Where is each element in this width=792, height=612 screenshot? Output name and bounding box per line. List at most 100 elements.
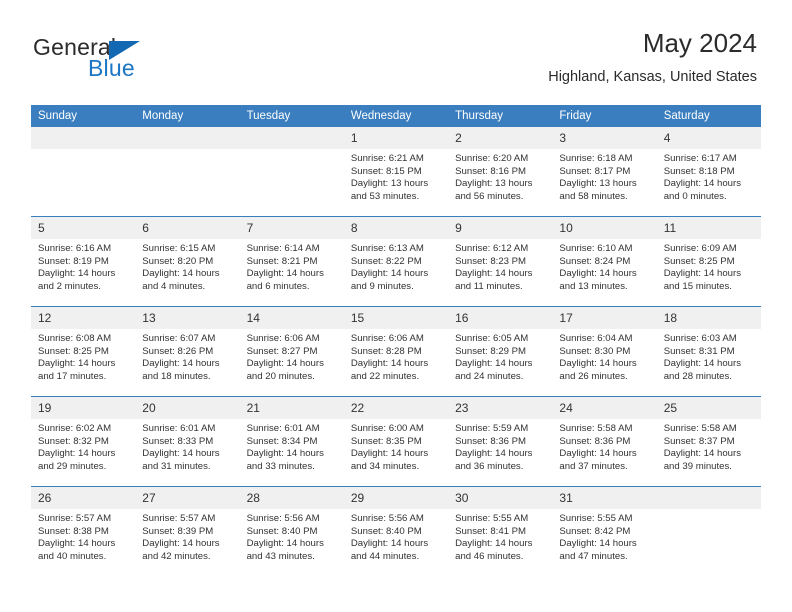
sunrise-time: Sunrise: 6:07 AM — [142, 333, 216, 344]
sunrise-time: Sunrise: 6:06 AM — [246, 333, 320, 344]
calendar-day-cell[interactable]: 9 Sunrise: 6:12 AM Sunset: 8:23 PM Daylight… — [448, 216, 553, 307]
daylight-duration-line1: Daylight: 14 hours — [246, 268, 324, 280]
daylight-duration-line2: and 36 minutes. — [455, 460, 524, 472]
daylight-duration-line2: and 4 minutes. — [142, 280, 206, 292]
day-number: 26 — [31, 487, 136, 509]
calendar-day-cell[interactable]: 4 Sunrise: 6:17 AM Sunset: 8:18 PM Daylight… — [656, 127, 761, 217]
calendar-cell-inner: 29 Sunrise: 5:56 AM Sunset: 8:40 PM Dayligh… — [343, 487, 449, 576]
day-details: Sunrise: 5:57 AM Sunset: 8:38 PM Daylight:… — [31, 509, 135, 563]
daylight-duration-line2: and 11 minutes. — [455, 280, 523, 292]
title-block: May 2024 Highland, Kansas, United States — [548, 26, 757, 88]
day-number: 16 — [448, 307, 553, 329]
calendar-day-cell[interactable]: 25 Sunrise: 5:58 AM Sunset: 8:37 PM Dayligh… — [656, 396, 761, 487]
general-blue-logo[interactable]: General Blue — [33, 34, 233, 90]
daylight-duration-line1: Daylight: 14 hours — [663, 358, 742, 370]
daylight-duration-line1: Daylight: 14 hours — [142, 268, 220, 280]
sunset-time: Sunset: 8:21 PM — [246, 255, 318, 267]
calendar-day-cell[interactable]: 26 Sunrise: 5:57 AM Sunset: 8:38 PM Dayligh… — [31, 486, 136, 576]
daylight-duration-line1: Daylight: 14 hours — [559, 268, 637, 280]
sunset-time: Sunset: 8:15 PM — [350, 165, 422, 177]
daylight-duration-line1: Daylight: 14 hours — [663, 178, 742, 190]
sunrise-time: Sunrise: 6:20 AM — [455, 153, 529, 164]
calendar-day-cell[interactable]: 8 Sunrise: 6:13 AM Sunset: 8:22 PM Daylight… — [343, 216, 449, 307]
daylight-duration-line1: Daylight: 14 hours — [350, 268, 429, 280]
calendar-day-cell[interactable]: 16 Sunrise: 6:05 AM Sunset: 8:29 PM Dayligh… — [448, 306, 553, 397]
sunrise-time: Sunrise: 6:13 AM — [350, 243, 424, 254]
calendar-week-row: 5 Sunrise: 6:16 AM Sunset: 8:19 PM Daylight… — [31, 216, 761, 307]
calendar-day-cell[interactable]: 6 Sunrise: 6:15 AM Sunset: 8:20 PM Daylight… — [135, 216, 240, 307]
weekday-header-monday: Monday — [135, 105, 240, 127]
calendar-cell-inner — [31, 127, 136, 216]
calendar-day-cell[interactable]: 23 Sunrise: 5:59 AM Sunset: 8:36 PM Dayligh… — [448, 396, 553, 487]
calendar-body: 1 Sunrise: 6:21 AM Sunset: 8:15 PM Daylight… — [31, 127, 761, 576]
day-details: Sunrise: 6:10 AM Sunset: 8:24 PM Daylight:… — [552, 239, 656, 293]
calendar-cell-inner: 15 Sunrise: 6:06 AM Sunset: 8:28 PM Dayligh… — [343, 307, 449, 396]
calendar-cell-inner: 3 Sunrise: 6:18 AM Sunset: 8:17 PM Daylight… — [552, 127, 657, 216]
daylight-duration-line1: Daylight: 13 hours — [350, 178, 429, 190]
calendar-day-cell[interactable]: 7 Sunrise: 6:14 AM Sunset: 8:21 PM Daylight… — [239, 216, 344, 307]
day-number: 27 — [135, 487, 240, 509]
weekday-header-wednesday: Wednesday — [343, 105, 449, 127]
calendar-day-cell[interactable]: 14 Sunrise: 6:06 AM Sunset: 8:27 PM Dayligh… — [239, 306, 344, 397]
calendar-cell-inner: 24 Sunrise: 5:58 AM Sunset: 8:36 PM Dayligh… — [552, 397, 657, 486]
calendar-day-cell[interactable]: 1 Sunrise: 6:21 AM Sunset: 8:15 PM Daylight… — [343, 127, 449, 217]
sunset-time: Sunset: 8:36 PM — [455, 435, 527, 447]
weekday-header-row: Sunday Monday Tuesday Wednesday Thursday… — [31, 105, 761, 127]
day-details: Sunrise: 5:55 AM Sunset: 8:42 PM Daylight:… — [552, 509, 656, 563]
calendar-day-cell[interactable]: 10 Sunrise: 6:10 AM Sunset: 8:24 PM Dayligh… — [552, 216, 657, 307]
sunset-time: Sunset: 8:17 PM — [559, 165, 631, 177]
daylight-duration-line2: and 43 minutes. — [246, 550, 315, 562]
calendar-cell-empty — [239, 127, 344, 217]
daylight-duration-line2: and 31 minutes. — [142, 460, 211, 472]
day-number — [31, 127, 136, 149]
calendar-cell-inner: 22 Sunrise: 6:00 AM Sunset: 8:35 PM Dayligh… — [343, 397, 449, 486]
daylight-duration-line1: Daylight: 14 hours — [142, 358, 220, 370]
day-number: 24 — [552, 397, 657, 419]
calendar-day-cell[interactable]: 17 Sunrise: 6:04 AM Sunset: 8:30 PM Dayligh… — [552, 306, 657, 397]
calendar-day-cell[interactable]: 20 Sunrise: 6:01 AM Sunset: 8:33 PM Dayligh… — [135, 396, 240, 487]
calendar-day-cell[interactable]: 3 Sunrise: 6:18 AM Sunset: 8:17 PM Daylight… — [552, 127, 657, 217]
day-details: Sunrise: 6:17 AM Sunset: 8:18 PM Daylight:… — [657, 149, 761, 203]
sunrise-time: Sunrise: 5:57 AM — [38, 513, 112, 524]
sunrise-time: Sunrise: 6:05 AM — [455, 333, 529, 344]
calendar-day-cell[interactable]: 5 Sunrise: 6:16 AM Sunset: 8:19 PM Daylight… — [31, 216, 136, 307]
location-subtitle: Highland, Kansas, United States — [548, 69, 757, 85]
sunrise-time: Sunrise: 5:55 AM — [455, 513, 529, 524]
calendar-day-cell[interactable]: 29 Sunrise: 5:56 AM Sunset: 8:40 PM Dayligh… — [343, 486, 449, 576]
calendar-cell-inner: 5 Sunrise: 6:16 AM Sunset: 8:19 PM Daylight… — [31, 217, 136, 306]
calendar-day-cell[interactable]: 30 Sunrise: 5:55 AM Sunset: 8:41 PM Dayligh… — [448, 486, 553, 576]
daylight-duration-line1: Daylight: 13 hours — [559, 178, 637, 190]
page-header: General Blue May 2024 Highland, Kansas, … — [0, 26, 792, 100]
sunset-time: Sunset: 8:28 PM — [350, 345, 422, 357]
calendar-day-cell[interactable]: 31 Sunrise: 5:55 AM Sunset: 8:42 PM Dayligh… — [552, 486, 657, 576]
sunset-time: Sunset: 8:27 PM — [246, 345, 318, 357]
sunset-time: Sunset: 8:31 PM — [663, 345, 735, 357]
sunset-time: Sunset: 8:20 PM — [142, 255, 214, 267]
sunset-time: Sunset: 8:24 PM — [559, 255, 631, 267]
day-details: Sunrise: 6:14 AM Sunset: 8:21 PM Daylight:… — [240, 239, 344, 293]
calendar-day-cell[interactable]: 18 Sunrise: 6:03 AM Sunset: 8:31 PM Dayligh… — [656, 306, 761, 397]
calendar-day-cell[interactable]: 15 Sunrise: 6:06 AM Sunset: 8:28 PM Dayligh… — [343, 306, 449, 397]
calendar-day-cell[interactable]: 19 Sunrise: 6:02 AM Sunset: 8:32 PM Dayligh… — [31, 396, 136, 487]
calendar-day-cell[interactable]: 21 Sunrise: 6:01 AM Sunset: 8:34 PM Dayligh… — [239, 396, 344, 487]
sunrise-time: Sunrise: 6:01 AM — [142, 423, 216, 434]
calendar-day-cell[interactable]: 13 Sunrise: 6:07 AM Sunset: 8:26 PM Dayligh… — [135, 306, 240, 397]
daylight-duration-line1: Daylight: 14 hours — [38, 448, 116, 460]
calendar-day-cell[interactable]: 24 Sunrise: 5:58 AM Sunset: 8:36 PM Dayligh… — [552, 396, 657, 487]
day-number: 14 — [239, 307, 344, 329]
weekday-header-friday: Friday — [552, 105, 657, 127]
day-details: Sunrise: 6:01 AM Sunset: 8:33 PM Daylight:… — [135, 419, 239, 473]
calendar-day-cell[interactable]: 28 Sunrise: 5:56 AM Sunset: 8:40 PM Dayligh… — [239, 486, 344, 576]
calendar-day-cell[interactable]: 2 Sunrise: 6:20 AM Sunset: 8:16 PM Daylight… — [448, 127, 553, 217]
weekday-header-thursday: Thursday — [448, 105, 553, 127]
calendar-day-cell[interactable]: 12 Sunrise: 6:08 AM Sunset: 8:25 PM Dayligh… — [31, 306, 136, 397]
sunrise-time: Sunrise: 5:56 AM — [246, 513, 320, 524]
daylight-duration-line2: and 56 minutes. — [455, 190, 524, 202]
calendar-cell-empty — [31, 127, 136, 217]
day-details: Sunrise: 6:12 AM Sunset: 8:23 PM Daylight:… — [448, 239, 552, 293]
calendar-cell-inner — [239, 127, 344, 216]
weekday-header-sunday: Sunday — [31, 105, 136, 127]
calendar-day-cell[interactable]: 27 Sunrise: 5:57 AM Sunset: 8:39 PM Dayligh… — [135, 486, 240, 576]
calendar-day-cell[interactable]: 11 Sunrise: 6:09 AM Sunset: 8:25 PM Dayligh… — [656, 216, 761, 307]
calendar-day-cell[interactable]: 22 Sunrise: 6:00 AM Sunset: 8:35 PM Dayligh… — [343, 396, 449, 487]
